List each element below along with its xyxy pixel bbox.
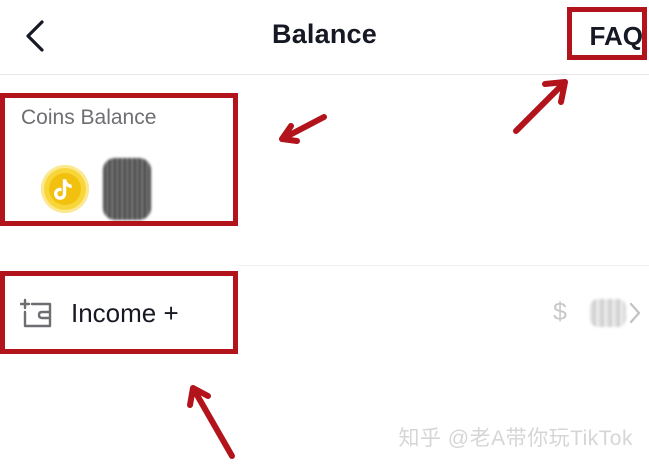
header-divider <box>0 74 649 75</box>
income-blurred-value <box>590 299 626 327</box>
coins-highlight-box <box>0 93 238 226</box>
income-highlight-box <box>0 271 238 354</box>
watermark-text: 知乎 @老A带你玩TikTok <box>398 427 633 450</box>
faq-highlight-box <box>567 7 647 60</box>
income-value-prefix: $ <box>553 298 567 326</box>
page-title: Balance <box>272 19 377 49</box>
chevron-right-icon <box>629 302 641 324</box>
app-header: Balance FAQ <box>0 0 649 75</box>
section-divider <box>238 265 649 266</box>
arrow-to-income <box>187 385 235 459</box>
